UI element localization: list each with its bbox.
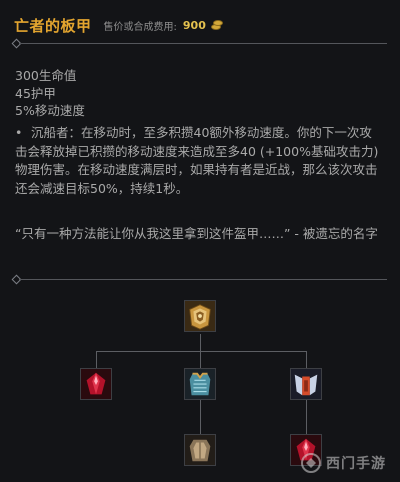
tree-connector <box>200 351 201 368</box>
tree-connector <box>96 351 97 368</box>
ruby-crystal-icon[interactable] <box>80 368 112 400</box>
stat-health: 300生命值 <box>15 68 77 83</box>
cost-value: 900 <box>182 18 206 32</box>
cost-label: 售价或合成费用: <box>103 21 177 33</box>
tree-connector <box>96 351 306 352</box>
chain-vest-icon[interactable] <box>184 368 216 400</box>
stat-armor: 45护甲 <box>15 85 56 101</box>
gold-coin-icon <box>210 20 223 30</box>
item-stats: 300生命值 45护甲 5%移动速度 <box>15 67 387 120</box>
passive-text: 沉船者：在移动时，至多积攒40额外移动速度。你的下一次攻击会释放掉已积攒的移动速… <box>15 125 379 196</box>
stat-move-speed: 5%移动速度 <box>15 103 85 118</box>
watermark-logo-icon <box>301 453 321 473</box>
tooltip-header: 亡者的板甲 售价或合成费用: 900 <box>14 14 386 36</box>
item-name: 亡者的板甲 <box>14 16 92 35</box>
winged-boots-icon[interactable] <box>290 368 322 400</box>
tree-connector <box>200 400 201 434</box>
recipe-divider <box>11 274 387 285</box>
watermark-text: 西门手游 <box>326 456 386 472</box>
bullet-icon: • <box>15 125 23 140</box>
tree-connector <box>306 351 307 368</box>
tree-connector <box>306 400 307 434</box>
header-divider <box>11 38 387 49</box>
tree-connector <box>200 334 201 352</box>
passive-description: • 沉船者：在移动时，至多积攒40额外移动速度。你的下一次攻击会释放掉已积攒的移动… <box>15 124 383 198</box>
lore-quote: “只有一种方法能让你从我这里拿到这件盔甲……” - 被遗忘的名字 <box>15 226 378 241</box>
cloth-armor-icon[interactable] <box>184 434 216 466</box>
item-tooltip: 亡者的板甲 售价或合成费用: 900 300生命值 45护甲 5%移动速度 • 沉… <box>0 0 400 482</box>
site-watermark: 西门手游 <box>300 448 396 478</box>
dead-mans-plate-icon[interactable] <box>184 300 216 332</box>
